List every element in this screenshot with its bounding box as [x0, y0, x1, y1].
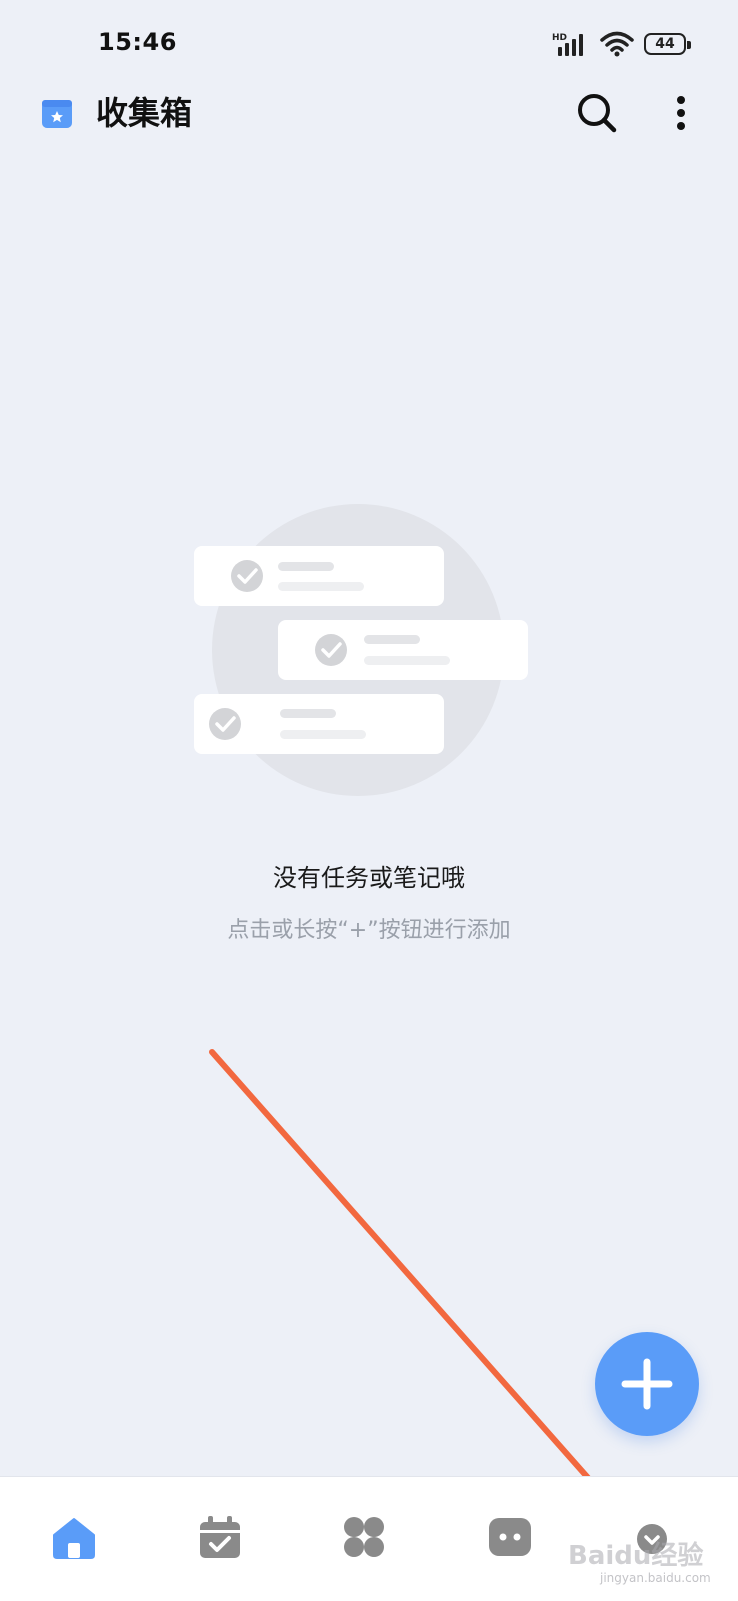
battery-cap	[687, 41, 691, 49]
battery-level: 44	[655, 36, 675, 52]
status-bar: 15:46 HD 44	[0, 0, 738, 90]
bottom-nav: Baidu经验 jingyan.baidu.com	[0, 1476, 738, 1601]
task-card-1	[194, 546, 444, 606]
baidu-watermark-url: jingyan.baidu.com	[600, 1571, 711, 1585]
status-time: 15:46	[98, 28, 177, 56]
empty-state-illustration	[194, 504, 528, 796]
network-type-label: HD	[552, 33, 567, 43]
page-title: 收集箱	[96, 94, 193, 132]
search-icon[interactable]	[574, 90, 620, 136]
empty-state-hint: 点击或长按“+”按钮进行添加	[227, 918, 511, 943]
plus-icon	[621, 1358, 673, 1410]
add-button[interactable]	[595, 1332, 699, 1436]
app-header: 收集箱	[0, 78, 738, 150]
status-icons: HD 44	[550, 28, 691, 60]
baidu-watermark: Baidu经验	[568, 1541, 704, 1571]
task-card-3	[194, 694, 444, 754]
calendar-check-icon[interactable]	[196, 1513, 244, 1561]
task-card-2	[278, 620, 528, 680]
wifi-icon	[600, 31, 634, 57]
more-options-icon[interactable]	[668, 90, 694, 136]
four-leaf-grid-icon[interactable]	[340, 1513, 388, 1561]
home-icon[interactable]	[50, 1513, 98, 1561]
empty-state-title: 没有任务或笔记哦	[273, 864, 465, 892]
signal-icon: HD	[552, 33, 583, 56]
battery-indicator: 44	[644, 33, 691, 55]
robot-face-icon[interactable]	[486, 1513, 534, 1561]
inbox-star-icon	[42, 100, 72, 128]
